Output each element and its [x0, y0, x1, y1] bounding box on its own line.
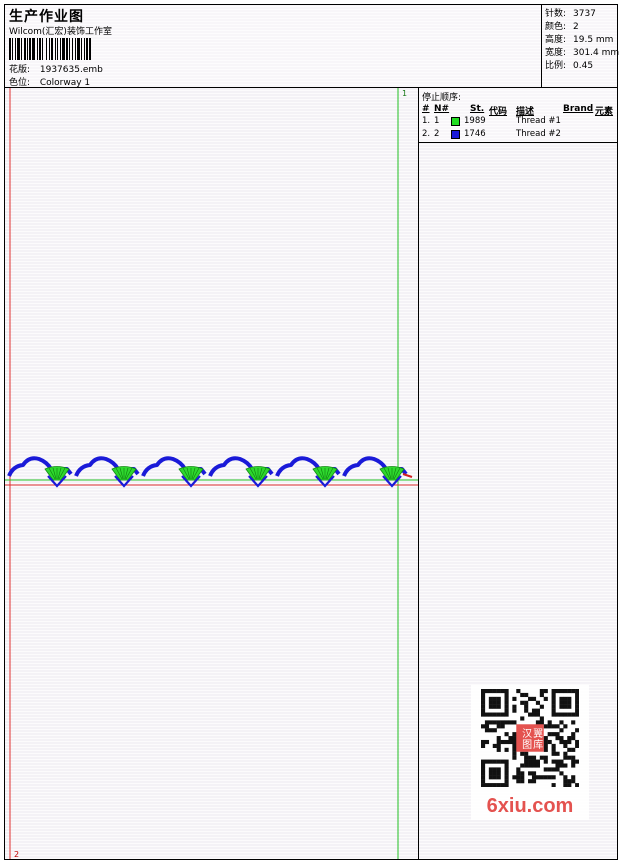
colorway-line: 色位: Colorway 1 — [9, 75, 90, 88]
table-row: 2. 2 1746 Thread #2 — [419, 129, 617, 142]
stat-value: 2 — [573, 22, 579, 32]
qr-logo-text: 图 — [522, 739, 532, 751]
production-sheet: 生产作业图 Wilcom(汇宏)装饰工作室 花版: 1937635.emb 色位… — [4, 4, 619, 860]
start-marker: 1 — [402, 89, 408, 98]
stat-value: 0.45 — [573, 61, 594, 71]
barcode — [9, 38, 143, 60]
colorway-value: Colorway 1 — [39, 78, 91, 88]
qr-code: 汉翼图库 — [481, 689, 579, 787]
qr-logo-text: 汉 — [522, 728, 532, 740]
stats-panel: 针数: 3737 颜色: 2 高度: 19.5 mm 宽度: 301.4 mm 比例: 0… — [542, 5, 619, 88]
col-header-n: N# — [434, 104, 450, 114]
stat-width: 宽度: 301.4 mm — [545, 45, 619, 58]
row-number: 2. — [422, 129, 431, 139]
stop-sequence-table: 停止顺序: # N# St. 代码 描述 Brand 元素 1. 1 1989 … — [419, 88, 617, 143]
row-description: Thread #1 — [516, 116, 561, 126]
row-needle: 1 — [434, 116, 440, 126]
stat-stitches: 针数: 3737 — [545, 6, 596, 19]
stat-height: 高度: 19.5 mm — [545, 32, 613, 45]
row-stitches: 1989 — [464, 116, 486, 126]
stat-value: 301.4 mm — [573, 48, 620, 58]
design-canvas: 1 2 — [5, 88, 419, 859]
stop-sequence-title: 停止顺序: — [422, 93, 462, 103]
page-title: 生产作业图 — [9, 9, 84, 25]
stat-label: 高度: — [545, 35, 567, 45]
design-file-value: 1937635.emb — [39, 65, 103, 75]
watermark-site: 6xiu.com — [486, 795, 574, 817]
stat-label: 比例: — [545, 61, 567, 71]
row-number: 1. — [422, 116, 431, 126]
embroidery-design — [5, 88, 418, 859]
table-row: 1. 1 1989 Thread #1 — [419, 116, 617, 129]
qr-logo-text: 翼 — [533, 728, 543, 740]
qr-logo-text: 库 — [533, 738, 543, 751]
row-stitches: 1746 — [464, 129, 486, 139]
stat-label: 颜色: — [545, 22, 567, 32]
stat-value: 19.5 mm — [573, 35, 614, 45]
end-marker: 2 — [14, 850, 20, 859]
scallop-border-motifs — [7, 456, 413, 488]
watermark: 汉翼图库 6xiu.com — [471, 685, 589, 820]
row-description: Thread #2 — [516, 129, 561, 139]
design-file-label: 花版: — [9, 65, 31, 75]
color-swatch — [451, 130, 460, 139]
col-header-brand: Brand — [563, 104, 594, 114]
stat-value: 3737 — [573, 9, 596, 19]
company-name: Wilcom(汇宏)装饰工作室 — [9, 27, 112, 37]
colorway-label: 色位: — [9, 78, 31, 88]
color-swatch — [451, 117, 460, 126]
col-header-num: # — [422, 104, 430, 114]
col-header-st: St. — [470, 104, 485, 114]
row-needle: 2 — [434, 129, 440, 139]
stat-scale: 比例: 0.45 — [545, 58, 593, 71]
header-info-panel: 生产作业图 Wilcom(汇宏)装饰工作室 花版: 1937635.emb 色位… — [5, 5, 542, 88]
design-file-line: 花版: 1937635.emb — [9, 62, 103, 75]
stat-label: 宽度: — [545, 48, 567, 58]
trim-mark — [402, 473, 413, 478]
stat-colors: 颜色: 2 — [545, 19, 579, 32]
stat-label: 针数: — [545, 9, 567, 19]
